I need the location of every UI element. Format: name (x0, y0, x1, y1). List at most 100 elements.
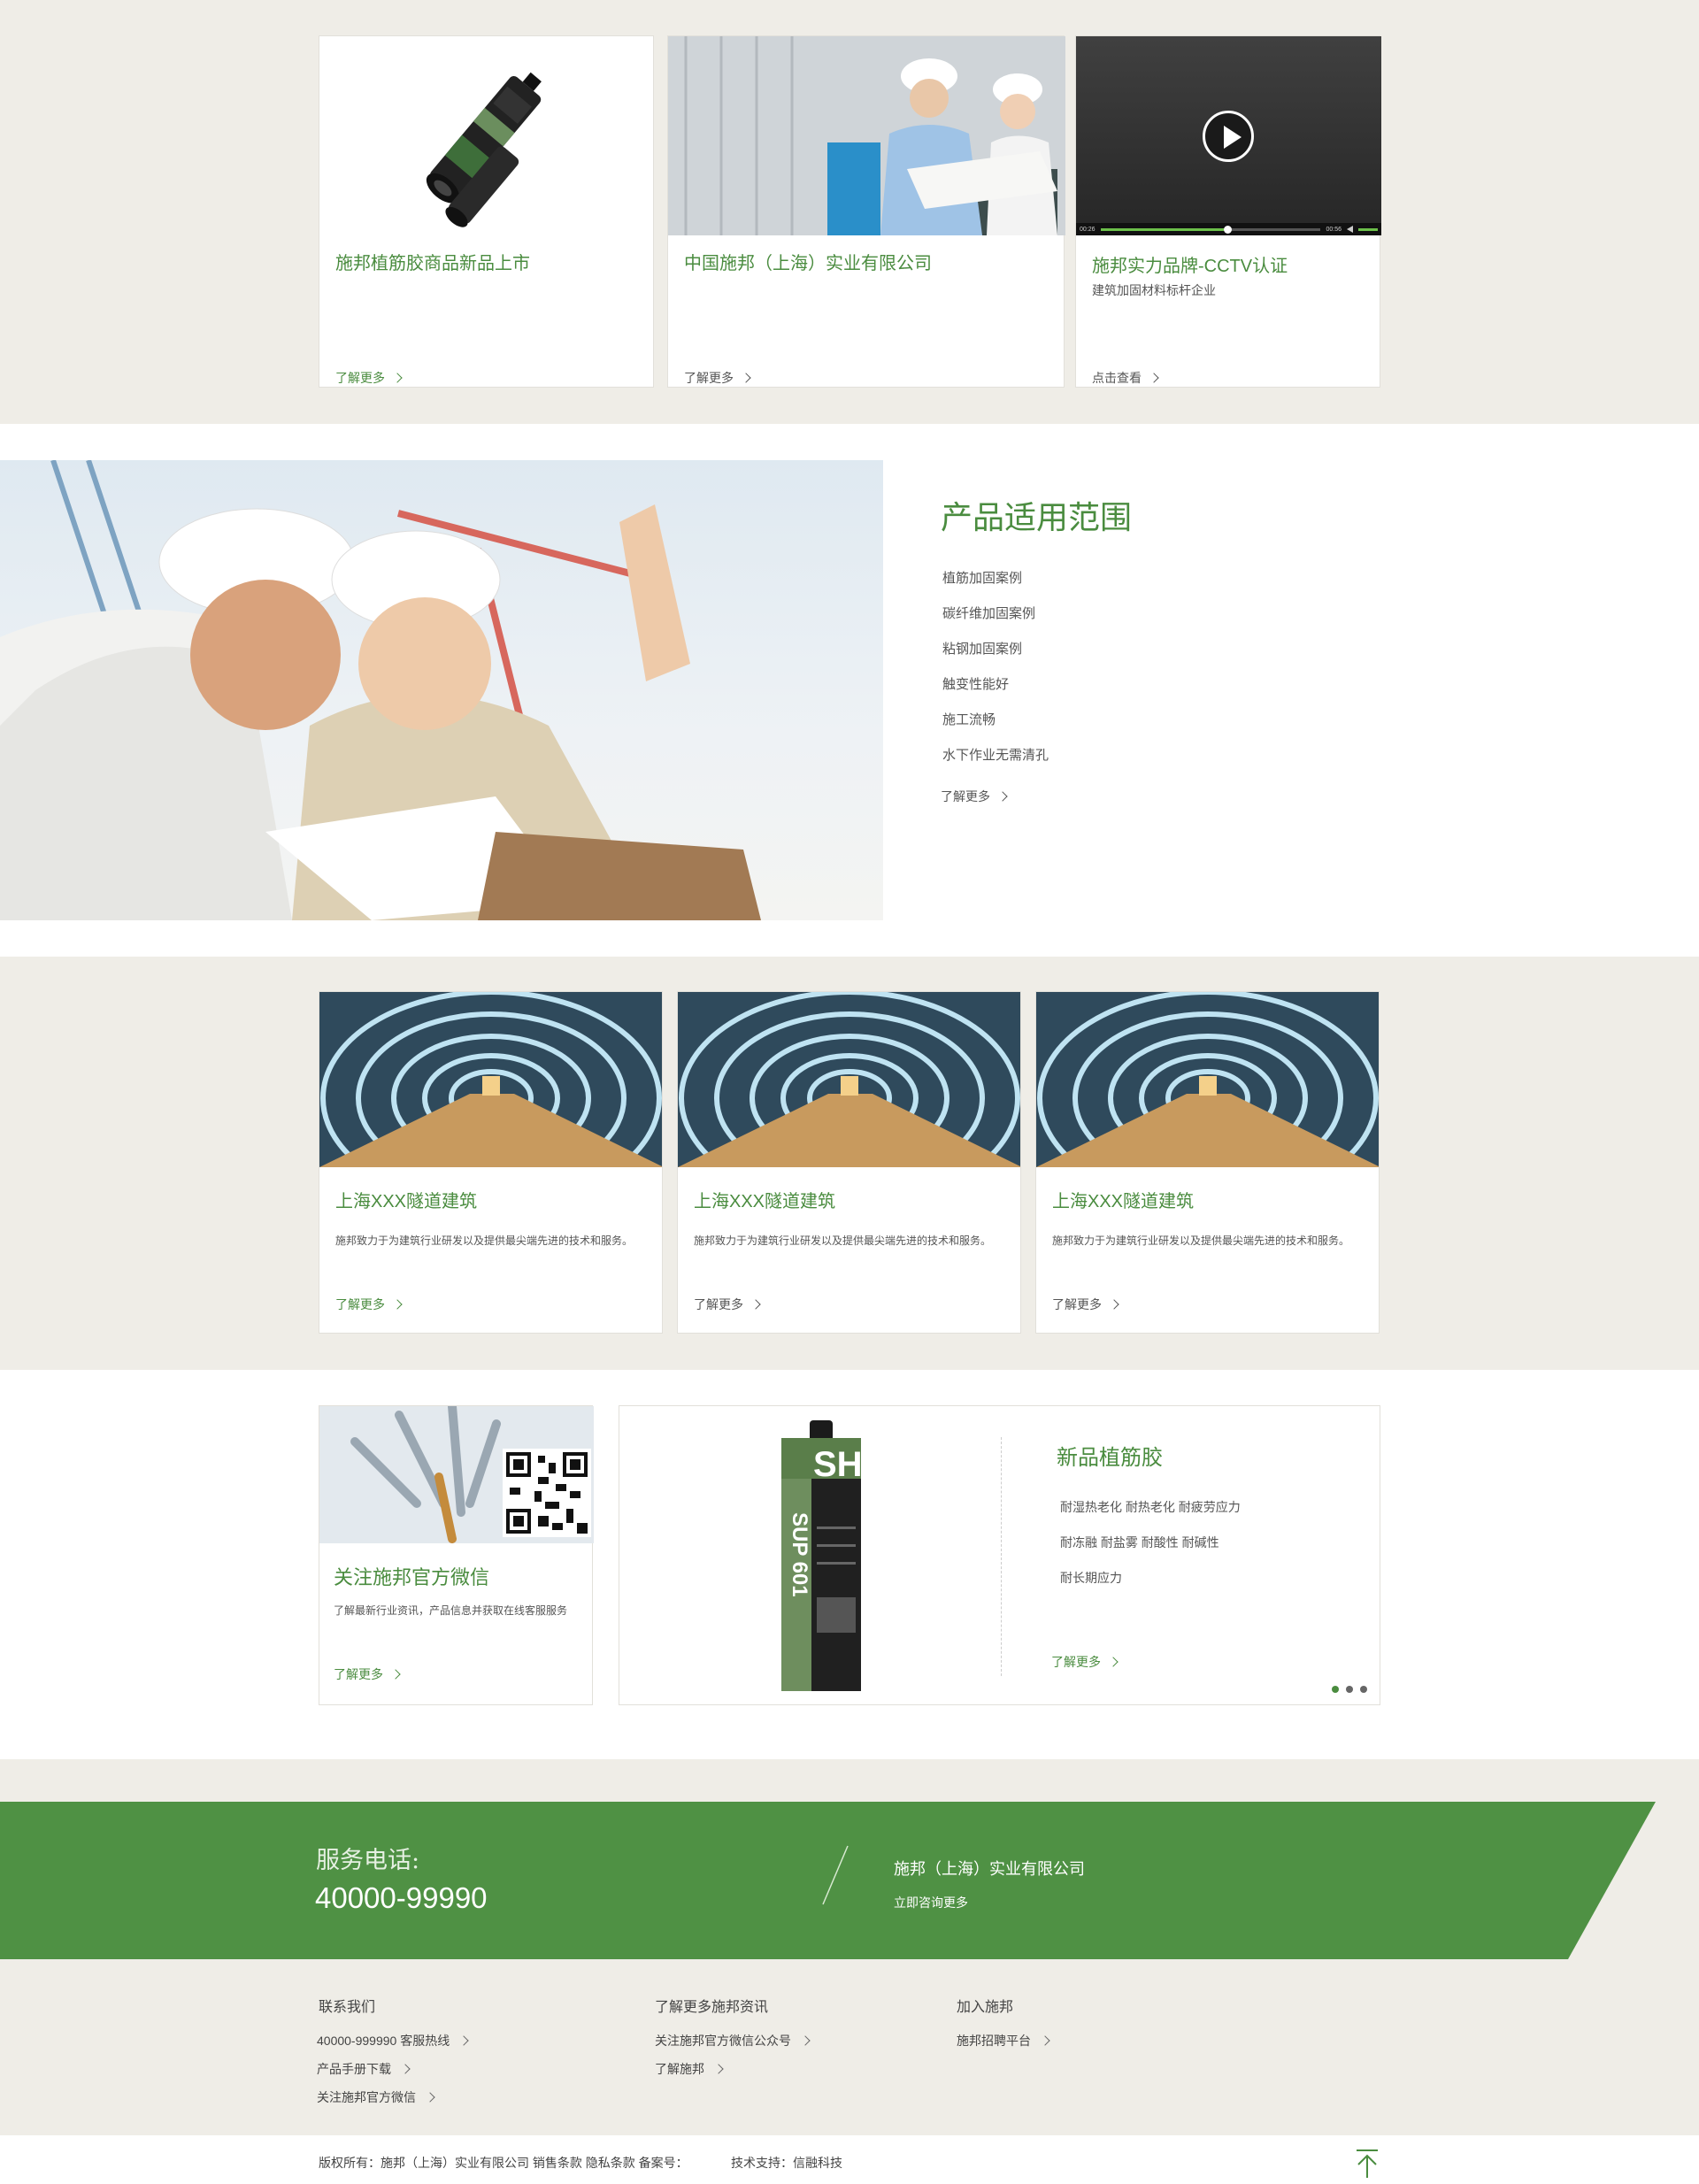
chevron-right-icon (390, 1669, 401, 1680)
range-item[interactable]: 粘钢加固案例 (942, 639, 1022, 658)
card-title: 中国施邦（上海）实业有限公司 (684, 254, 932, 273)
learn-more-label: 了解更多 (1051, 1655, 1101, 1669)
footer-heading: 加入施邦 (957, 2000, 1014, 2015)
footer-link-label: 关注施邦官方微信公众号 (655, 2034, 791, 2048)
chevron-right-icon (741, 373, 751, 383)
video-controls: 00:26 00:56 (1076, 223, 1381, 235)
tech-support-text: 技术支持：信融科技 (731, 2156, 842, 2170)
range-learn-more-link[interactable]: 了解更多 (941, 788, 1008, 805)
video-player[interactable]: 00:26 00:56 (1076, 36, 1381, 235)
case-card[interactable]: 上海XXX隧道建筑 施邦致力于为建筑行业研发以及提供最尖端先进的技术和服务。 了… (1035, 991, 1380, 1334)
chevron-right-icon (392, 373, 403, 383)
case-description: 施邦致力于为建筑行业研发以及提供最尖端先进的技术和服务。 (1052, 1234, 1350, 1247)
back-to-top-icon[interactable] (1354, 2149, 1380, 2179)
product-title: 新品植筋胶 (1057, 1446, 1163, 1470)
learn-more-link[interactable]: 了解更多 (1051, 1653, 1119, 1671)
learn-more-label: 了解更多 (684, 371, 734, 385)
slider-dot-active[interactable] (1332, 1686, 1339, 1693)
news-card-company[interactable]: 中国施邦（上海）实业有限公司 了解更多 (667, 35, 1065, 388)
learn-more-link[interactable]: 了解更多 (334, 1665, 401, 1683)
learn-more-link[interactable]: 了解更多 (694, 1296, 761, 1313)
learn-more-link[interactable]: 了解更多 (684, 369, 751, 387)
tunnel-photo (319, 992, 662, 1167)
tube-brand-text: SHI (813, 1445, 873, 1484)
case-title: 上海XXX隧道建筑 (335, 1192, 478, 1211)
wechat-card[interactable]: 关注施邦官方微信 了解最新行业资讯，产品信息并获取在线客服服务 了解更多 (319, 1405, 594, 1705)
chevron-right-icon (997, 791, 1008, 802)
footer-link-wechat-official[interactable]: 关注施邦官方微信公众号 (655, 2032, 811, 2049)
card-title: 施邦实力品牌-CCTV认证 (1092, 257, 1288, 276)
case-card[interactable]: 上海XXX隧道建筑 施邦致力于为建筑行业研发以及提供最尖端先进的技术和服务。 了… (677, 991, 1021, 1334)
wechat-title: 关注施邦官方微信 (334, 1566, 490, 1588)
product-tube-image: SHI SUP 601 (781, 1420, 873, 1691)
tunnel-photo (1036, 992, 1379, 1167)
learn-more-link[interactable]: 了解更多 (335, 369, 403, 387)
service-label: 服务电话: (316, 1847, 420, 1874)
footer-link-label: 施邦招聘平台 (957, 2034, 1031, 2048)
chevron-right-icon (713, 2064, 724, 2074)
learn-more-label: 了解更多 (335, 371, 385, 385)
range-item[interactable]: 植筋加固案例 (942, 568, 1022, 587)
range-title: 产品适用范围 (941, 499, 1133, 535)
chevron-right-icon (400, 2064, 411, 2074)
product-feature-line: 耐长期应力 (1060, 1571, 1122, 1585)
consult-link[interactable]: 立即咨询更多 (894, 1894, 968, 1911)
chevron-right-icon (1040, 2035, 1050, 2046)
range-item[interactable]: 施工流畅 (942, 710, 996, 728)
video-progress-fill (1100, 227, 1224, 231)
footer-link-label: 产品手册下载 (317, 2062, 391, 2076)
watch-label: 点击查看 (1092, 371, 1142, 385)
watch-link[interactable]: 点击查看 (1092, 369, 1159, 387)
news-card-product-launch[interactable]: 施邦植筋胶商品新品上市 了解更多 (319, 35, 654, 388)
learn-more-link[interactable]: 了解更多 (1052, 1296, 1119, 1313)
learn-more-link[interactable]: 了解更多 (335, 1296, 403, 1313)
video-progress-knob[interactable] (1223, 225, 1232, 234)
tube-model-text: SUP 601 (788, 1512, 811, 1597)
volume-bar[interactable] (1358, 227, 1378, 231)
product-slider-card[interactable]: SHI SUP 601 新品植筋胶 耐湿热老化 耐热老化 耐疲劳应力 耐冻融 耐… (619, 1405, 1380, 1705)
chevron-right-icon (1108, 1657, 1119, 1667)
chevron-right-icon (425, 2092, 435, 2103)
volume-icon[interactable] (1347, 226, 1353, 233)
footer-link-label: 40000-999990 客服热线 (317, 2034, 450, 2048)
learn-more-label: 了解更多 (334, 1667, 383, 1681)
footer-link-label: 关注施邦官方微信 (317, 2090, 416, 2104)
chevron-right-icon (1149, 373, 1159, 383)
service-phone[interactable]: 40000-99990 (315, 1881, 488, 1915)
service-company: 施邦（上海）实业有限公司 (894, 1860, 1085, 1878)
engineers-photo (668, 36, 1065, 235)
footer-link-hotline[interactable]: 40000-999990 客服热线 (317, 2032, 469, 2049)
card-subtitle: 建筑加固材料标杆企业 (1092, 283, 1216, 297)
chevron-right-icon (750, 1299, 761, 1310)
chevron-right-icon (392, 1299, 403, 1310)
video-time-end: 00:56 (1326, 226, 1342, 233)
video-progress-bar[interactable] (1100, 225, 1321, 234)
footer-heading: 了解更多施邦资讯 (655, 2000, 769, 2015)
footer-link-label: 了解施邦 (655, 2062, 704, 2076)
copyright-text: 版权所有：施邦（上海）实业有限公司 销售条款 隐私条款 备案号： (319, 2156, 688, 2170)
card-title: 施邦植筋胶商品新品上市 (335, 254, 530, 273)
slider-dot[interactable] (1346, 1686, 1353, 1693)
case-title: 上海XXX隧道建筑 (694, 1192, 836, 1211)
range-item[interactable]: 水下作业无需清孔 (942, 745, 1049, 764)
range-item[interactable]: 碳纤维加固案例 (942, 604, 1035, 622)
footer-link-wechat[interactable]: 关注施邦官方微信 (317, 2088, 435, 2106)
footer-link-jobs[interactable]: 施邦招聘平台 (957, 2032, 1050, 2049)
wechat-banner-image (319, 1406, 594, 1543)
play-icon[interactable] (1203, 111, 1254, 162)
range-item[interactable]: 触变性能好 (942, 674, 1009, 693)
slider-dots (1332, 1686, 1367, 1693)
footer-link-manual[interactable]: 产品手册下载 (317, 2060, 411, 2078)
vertical-divider (1001, 1437, 1002, 1676)
case-description: 施邦致力于为建筑行业研发以及提供最尖端先进的技术和服务。 (694, 1234, 992, 1247)
case-description: 施邦致力于为建筑行业研发以及提供最尖端先进的技术和服务。 (335, 1234, 634, 1247)
product-feature-line: 耐湿热老化 耐热老化 耐疲劳应力 (1060, 1500, 1241, 1514)
qr-code-image[interactable] (503, 1449, 591, 1537)
case-card[interactable]: 上海XXX隧道建筑 施邦致力于为建筑行业研发以及提供最尖端先进的技术和服务。 了… (319, 991, 663, 1334)
footer-link-about[interactable]: 了解施邦 (655, 2060, 724, 2078)
learn-more-label: 了解更多 (1052, 1297, 1102, 1311)
chevron-right-icon (1109, 1299, 1119, 1310)
slider-dot[interactable] (1360, 1686, 1367, 1693)
product-feature-line: 耐冻融 耐盐雾 耐酸性 耐碱性 (1060, 1535, 1219, 1550)
news-card-video[interactable]: 00:26 00:56 施邦实力品牌-CCTV认证 建筑加固材料标杆企业 点击查… (1075, 35, 1381, 388)
